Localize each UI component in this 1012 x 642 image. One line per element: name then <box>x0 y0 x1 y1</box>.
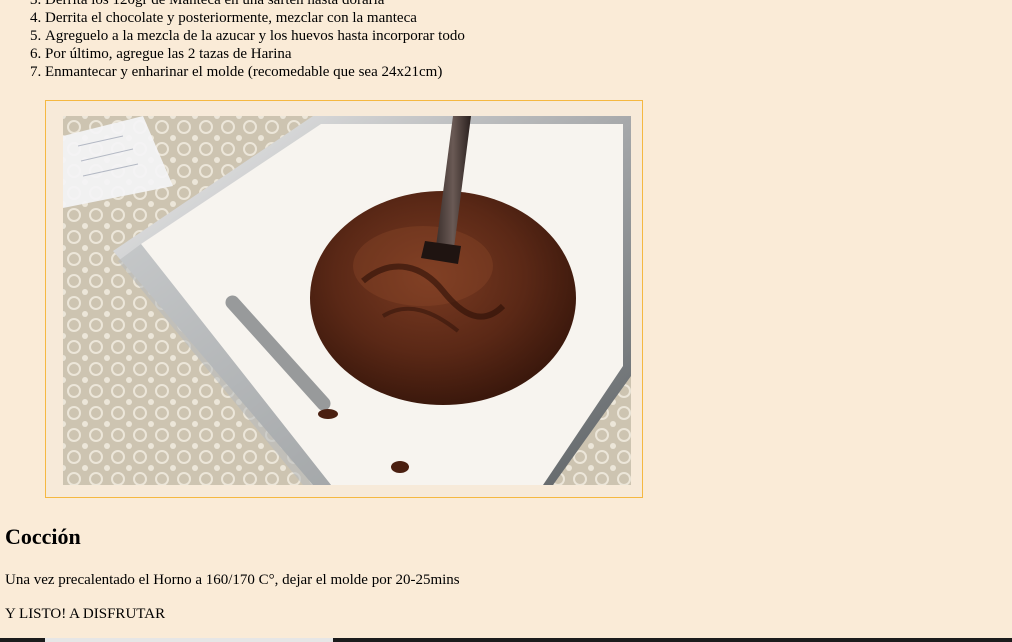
brownie-batter-illustration <box>63 116 631 485</box>
coccion-heading: Cocción <box>5 524 81 549</box>
brownie-batter-photo <box>63 116 631 485</box>
recipe-step: Derrita los 120gr de Manteca en una sart… <box>45 0 465 9</box>
recipe-step: Enmantecar y enharinar el molde (recomed… <box>45 63 465 81</box>
recipe-step: Agreguelo a la mezcla de la azucar y los… <box>45 27 465 45</box>
recipe-step: Por último, agregue las 2 tazas de Harin… <box>45 45 465 63</box>
recipe-steps-list: Derrita los 120gr de Manteca en una sart… <box>0 0 465 81</box>
recipe-page: Derrita los 120gr de Manteca en una sart… <box>0 0 1012 642</box>
closing-message: Y LISTO! A DISFRUTAR <box>5 606 166 622</box>
coccion-instruction: Una vez precalentado el Horno a 160/170 … <box>5 572 460 588</box>
scrollbar-thumb[interactable] <box>45 638 333 642</box>
recipe-step: Derrita el chocolate y posteriormente, m… <box>45 9 465 27</box>
brownie-photo-frame <box>45 100 643 498</box>
